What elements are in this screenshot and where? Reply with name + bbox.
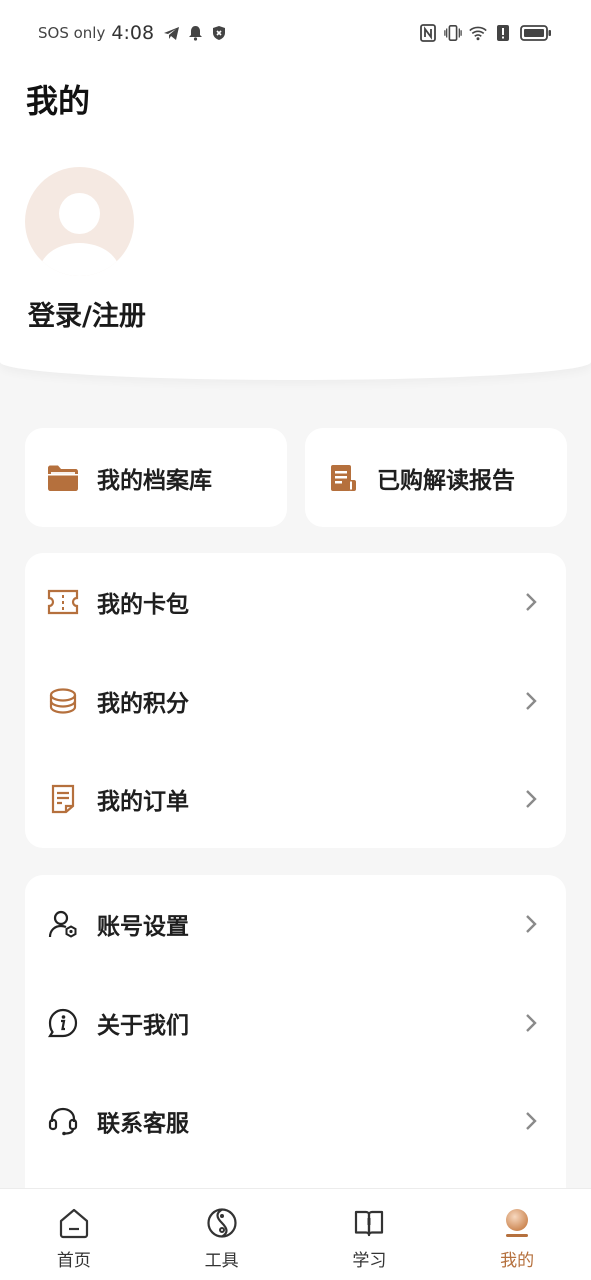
menu-item-about-us[interactable]: 关于我们 (25, 993, 566, 1053)
tab-mine[interactable]: 我的 (443, 1189, 591, 1280)
menu-item-card-wallet[interactable]: 我的卡包 (25, 572, 566, 632)
shield-icon (210, 24, 228, 42)
chevron-right-icon (526, 790, 537, 808)
vibrate-icon (444, 24, 462, 42)
profile-icon (500, 1206, 534, 1240)
book-icon (352, 1206, 386, 1240)
chevron-right-icon (526, 1014, 537, 1032)
coins-icon (47, 685, 79, 717)
avatar[interactable] (25, 167, 134, 276)
alert-icon (494, 24, 512, 42)
menu-item-label: 我的订单 (97, 789, 189, 815)
menu-group-settings: 账号设置 关于我们 联系客服 (25, 875, 566, 1205)
avatar-body (39, 243, 120, 276)
avatar-head (59, 193, 100, 234)
page-title: 我的 (26, 82, 91, 120)
ticket-icon (47, 586, 79, 618)
nfc-icon (419, 24, 437, 42)
user-settings-icon (47, 908, 79, 940)
battery-icon (519, 24, 553, 42)
tab-label: 首页 (56, 1251, 91, 1271)
chevron-right-icon (526, 593, 537, 611)
menu-item-label: 联系客服 (97, 1111, 189, 1137)
clock: 4:08 (111, 22, 155, 44)
menu-item-points[interactable]: 我的积分 (25, 671, 566, 731)
tools-icon (205, 1206, 239, 1240)
status-left: SOS only 4:08 (38, 22, 228, 44)
chevron-right-icon (526, 915, 537, 933)
tab-label: 我的 (500, 1251, 535, 1271)
tab-learn[interactable]: 学习 (296, 1189, 444, 1280)
menu-item-label: 我的卡包 (97, 592, 189, 618)
info-icon (47, 1007, 79, 1039)
tab-tools[interactable]: 工具 (148, 1189, 296, 1280)
purchased-reports-card[interactable]: 已购解读报告 (305, 428, 567, 527)
menu-item-label: 账号设置 (97, 914, 189, 940)
folder-icon (47, 462, 79, 494)
menu-item-customer-service[interactable]: 联系客服 (25, 1091, 566, 1151)
carrier-text: SOS only (38, 24, 106, 42)
tab-label: 学习 (352, 1251, 387, 1271)
wifi-icon (469, 24, 487, 42)
order-icon (47, 783, 79, 815)
menu-group-account-assets: 我的卡包 我的积分 我的订单 (25, 553, 566, 848)
archive-library-label: 我的档案库 (97, 467, 212, 494)
report-icon (327, 462, 359, 494)
bell-icon (186, 24, 204, 42)
status-bar: SOS only 4:08 (0, 0, 591, 66)
menu-item-label: 关于我们 (97, 1013, 189, 1039)
chevron-right-icon (526, 1112, 537, 1130)
headset-icon (47, 1105, 79, 1137)
menu-item-orders[interactable]: 我的订单 (25, 769, 566, 829)
bottom-tab-bar: 首页 工具 学习 我的 (0, 1188, 591, 1280)
archive-library-card[interactable]: 我的档案库 (25, 428, 287, 527)
status-right (419, 24, 553, 42)
menu-item-label: 我的积分 (97, 691, 189, 717)
purchased-reports-label: 已购解读报告 (377, 467, 515, 494)
home-icon (57, 1206, 91, 1240)
telegram-icon (162, 24, 180, 42)
menu-item-account-settings[interactable]: 账号设置 (25, 894, 566, 954)
chevron-right-icon (526, 692, 537, 710)
login-register-link[interactable]: 登录/注册 (28, 294, 146, 333)
tab-home[interactable]: 首页 (0, 1189, 148, 1280)
tab-label: 工具 (204, 1251, 239, 1271)
